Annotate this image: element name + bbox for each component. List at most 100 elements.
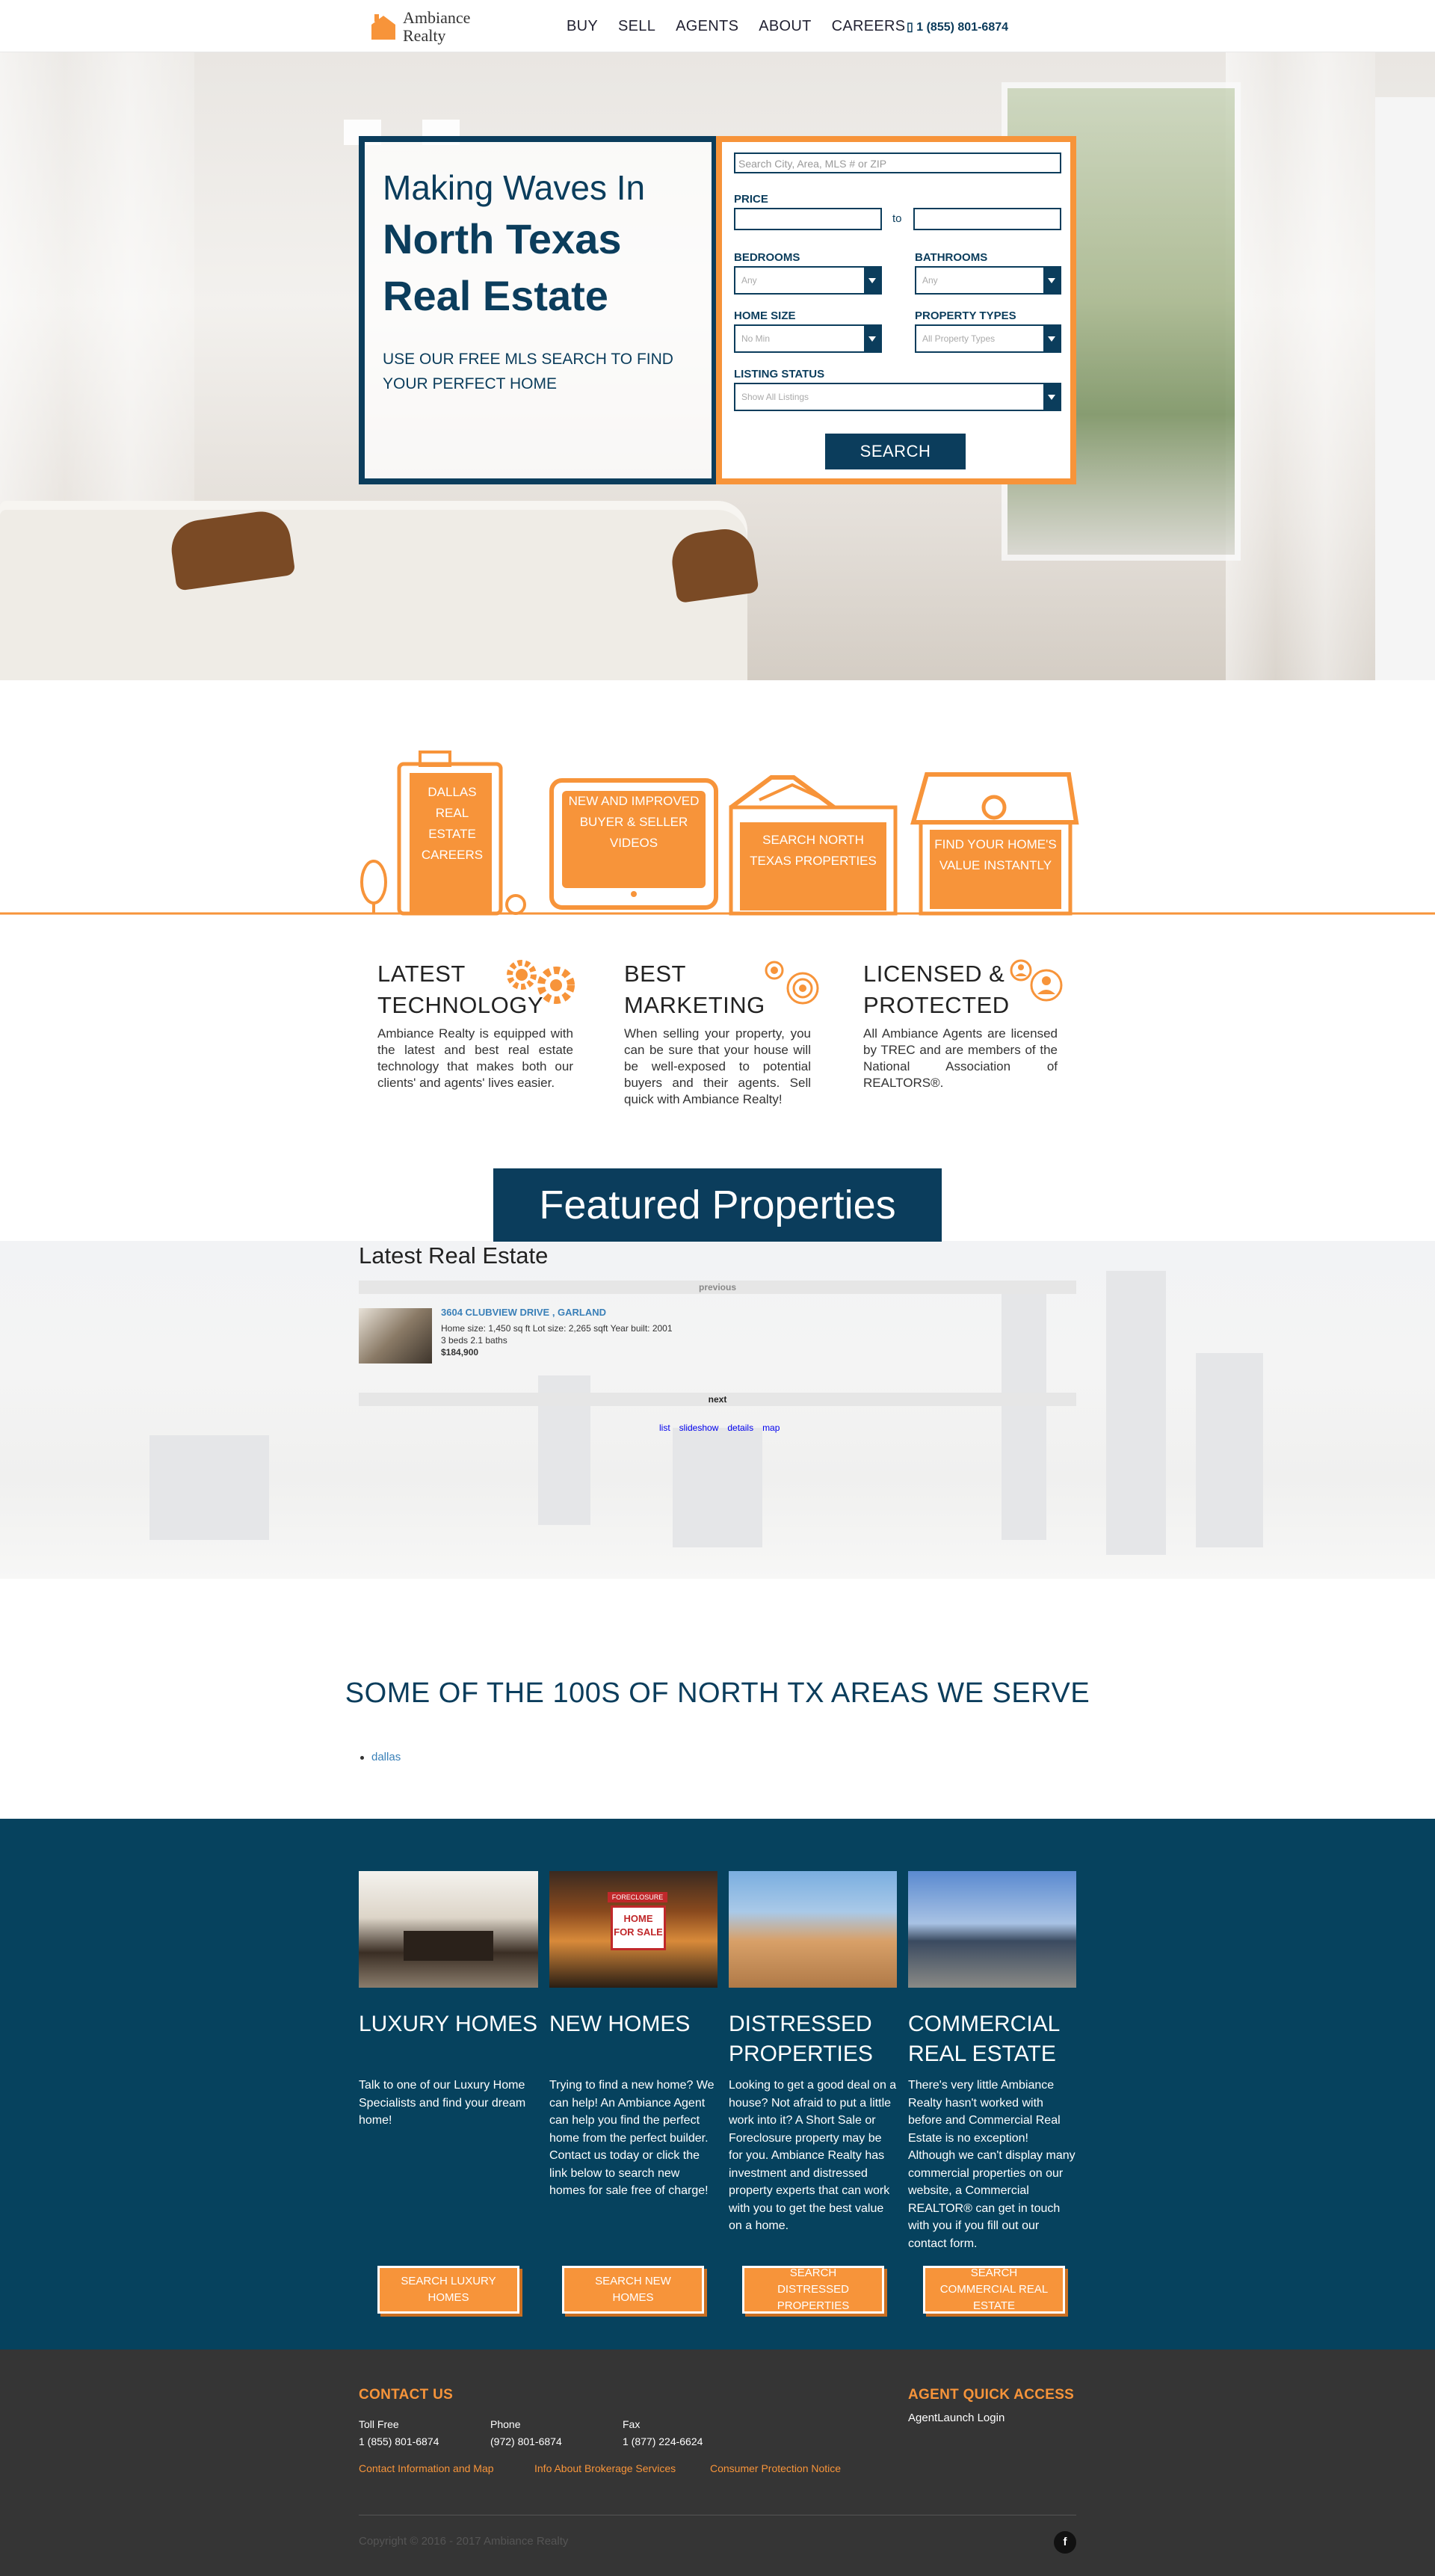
header-phone-number: 1 (855) 801-6874 — [916, 21, 1009, 34]
hero-title-line2: North Texas Real Estate — [383, 215, 622, 319]
site-logo[interactable]: Ambiance Realty — [370, 9, 470, 45]
area-link-dallas[interactable]: dallas — [371, 1751, 401, 1763]
price-to-label: to — [892, 212, 902, 225]
chevron-down-icon — [1048, 278, 1055, 283]
view-list-link[interactable]: list — [659, 1423, 670, 1433]
services-section — [0, 1819, 1435, 2349]
price-label: PRICE — [734, 193, 768, 206]
home-size-select[interactable]: No Min — [734, 324, 882, 353]
search-button[interactable]: SEARCH — [825, 434, 966, 469]
pillow — [167, 508, 296, 591]
skyline-tower — [1196, 1353, 1263, 1547]
sofa — [0, 501, 759, 680]
price-min-input[interactable] — [734, 208, 882, 230]
nav-buy[interactable]: BUY — [567, 18, 598, 35]
service-title: COMMERCIAL REAL ESTATE — [908, 2012, 1060, 2066]
search-luxury-homes-button[interactable]: SEARCH LUXURY HOMES — [377, 2266, 519, 2314]
nav-careers[interactable]: CAREERS — [832, 18, 906, 35]
target-icon — [765, 961, 819, 1005]
buildings-graphic — [0, 751, 1435, 916]
listing-status-value: Show All Listings — [741, 392, 809, 402]
bedrooms-select[interactable]: Any — [734, 266, 882, 295]
nav-about[interactable]: ABOUT — [759, 18, 811, 35]
service-text: Trying to find a new home? We can help! … — [549, 2079, 715, 2197]
property-types-select[interactable]: All Property Types — [915, 324, 1061, 353]
bathrooms-label: BATHROOMS — [915, 251, 988, 264]
search-new-homes-button[interactable]: SEARCH NEW HOMES — [562, 2266, 704, 2314]
location-search-input[interactable]: Search City, Area, MLS # or ZIP — [734, 152, 1061, 173]
feature-text: When selling your property, you can be s… — [624, 1026, 811, 1106]
bullet — [360, 1755, 364, 1760]
fax-label: Fax — [623, 2418, 641, 2430]
contact-heading: CONTACT US — [359, 2387, 454, 2403]
hero-intro-panel: Making Waves In North Texas Real Estate … — [359, 136, 718, 484]
brokerage-info-link[interactable]: Info About Brokerage Services — [534, 2462, 676, 2474]
service-title: DISTRESSED PROPERTIES — [729, 2012, 873, 2066]
view-details-link[interactable]: details — [727, 1423, 753, 1433]
side-cabinet — [1375, 97, 1435, 680]
search-commercial-button[interactable]: SEARCH COMMERCIAL REAL ESTATE — [923, 2266, 1065, 2314]
logo-text: Ambiance Realty — [403, 9, 470, 45]
listing-status-label: LISTING STATUS — [734, 368, 825, 380]
new-homes-image: FORECLOSURE HOME FOR SALE — [549, 1871, 718, 1988]
feature-text: Ambiance Realty is equipped with the lat… — [377, 1026, 573, 1090]
nav-sell[interactable]: SELL — [618, 18, 655, 35]
foreclosure-sign-text: FORECLOSURE — [608, 1892, 667, 1902]
service-title: NEW HOMES — [549, 2012, 691, 2036]
chevron-down-icon — [1048, 395, 1055, 400]
service-text: Looking to get a good deal on a house? N… — [729, 2079, 897, 2232]
price-max-input[interactable] — [913, 208, 1061, 230]
listing-beds-baths: 3 beds 2.1 baths — [441, 1335, 507, 1346]
bathrooms-value: Any — [922, 275, 938, 286]
property-types-value: All Property Types — [922, 333, 996, 344]
link-home-value[interactable]: FIND YOUR HOME'S VALUE INSTANTLY — [934, 834, 1057, 876]
view-mode-links: list slideshow details map — [659, 1423, 780, 1433]
gears-icon — [507, 960, 575, 1004]
bathrooms-select[interactable]: Any — [915, 266, 1061, 295]
areas-heading: SOME OF THE 100S OF NORTH TX AREAS WE SE… — [345, 1677, 1090, 1709]
contact-info-link[interactable]: Contact Information and Map — [359, 2462, 494, 2474]
link-careers[interactable]: DALLAS REAL ESTATE CAREERS — [411, 782, 493, 866]
main-nav: BUY SELL AGENTS ABOUT CAREERS — [567, 18, 905, 35]
feature-text: All Ambiance Agents are licensed by TREC… — [863, 1026, 1058, 1090]
quick-links-illustration: DALLAS REAL ESTATE CAREERS NEW AND IMPRO… — [0, 748, 1435, 919]
listing-status-select[interactable]: Show All Listings — [734, 383, 1061, 411]
previous-button[interactable]: previous — [359, 1281, 1076, 1294]
skyline-tower — [1106, 1271, 1166, 1555]
bedrooms-value: Any — [741, 275, 757, 286]
listing-title-link[interactable]: 3604 CLUBVIEW DRIVE , GARLAND — [441, 1307, 606, 1318]
latest-real-estate-heading: Latest Real Estate — [359, 1242, 549, 1269]
featured-properties-banner: Featured Properties — [493, 1168, 942, 1242]
nav-agents[interactable]: AGENTS — [676, 18, 738, 35]
header-phone[interactable]: ▯ 1 (855) 801-6874 — [907, 19, 1008, 34]
toll-free-number: 1 (855) 801-6874 — [359, 2435, 439, 2447]
distressed-properties-image — [729, 1871, 897, 1988]
view-slideshow-link[interactable]: slideshow — [679, 1423, 719, 1433]
facebook-icon[interactable]: f — [1054, 2531, 1076, 2554]
hero-title-line1: Making Waves In — [383, 168, 646, 207]
service-title: LUXURY HOMES — [359, 2012, 537, 2036]
toll-free-label: Toll Free — [359, 2418, 399, 2430]
next-button[interactable]: next — [359, 1393, 1076, 1406]
fax-number: 1 (877) 224-6624 — [623, 2435, 703, 2447]
agent-login-link[interactable]: AgentLaunch Login — [908, 2412, 1004, 2424]
consumer-protection-link[interactable]: Consumer Protection Notice — [710, 2462, 841, 2474]
logo-line-2: Realty — [403, 26, 446, 45]
bedrooms-label: BEDROOMS — [734, 251, 800, 264]
skyline-tower — [1002, 1293, 1046, 1540]
link-search-properties[interactable]: SEARCH NORTH TEXAS PROPERTIES — [747, 830, 879, 872]
link-buyer-seller-videos[interactable]: NEW AND IMPROVED BUYER & SELLER VIDEOS — [565, 791, 703, 854]
service-text: There's very little Ambiance Realty hasn… — [908, 2079, 1076, 2250]
chevron-down-icon — [868, 278, 876, 283]
mls-search-form: Search City, Area, MLS # or ZIP PRICE to… — [716, 136, 1076, 484]
view-map-link[interactable]: map — [762, 1423, 780, 1433]
home-size-value: No Min — [741, 333, 771, 344]
listing-thumbnail[interactable] — [359, 1308, 432, 1364]
search-distressed-button[interactable]: SEARCH DISTRESSED PROPERTIES — [742, 2266, 884, 2314]
service-text: Talk to one of our Luxury Home Specialis… — [359, 2079, 526, 2127]
skyline-tower — [673, 1428, 762, 1547]
chevron-down-icon — [1048, 336, 1055, 342]
home-for-sale-sign: HOME FOR SALE — [611, 1905, 666, 1950]
pillow — [668, 525, 759, 604]
feature-title: BEST MARKETING — [624, 961, 765, 1018]
